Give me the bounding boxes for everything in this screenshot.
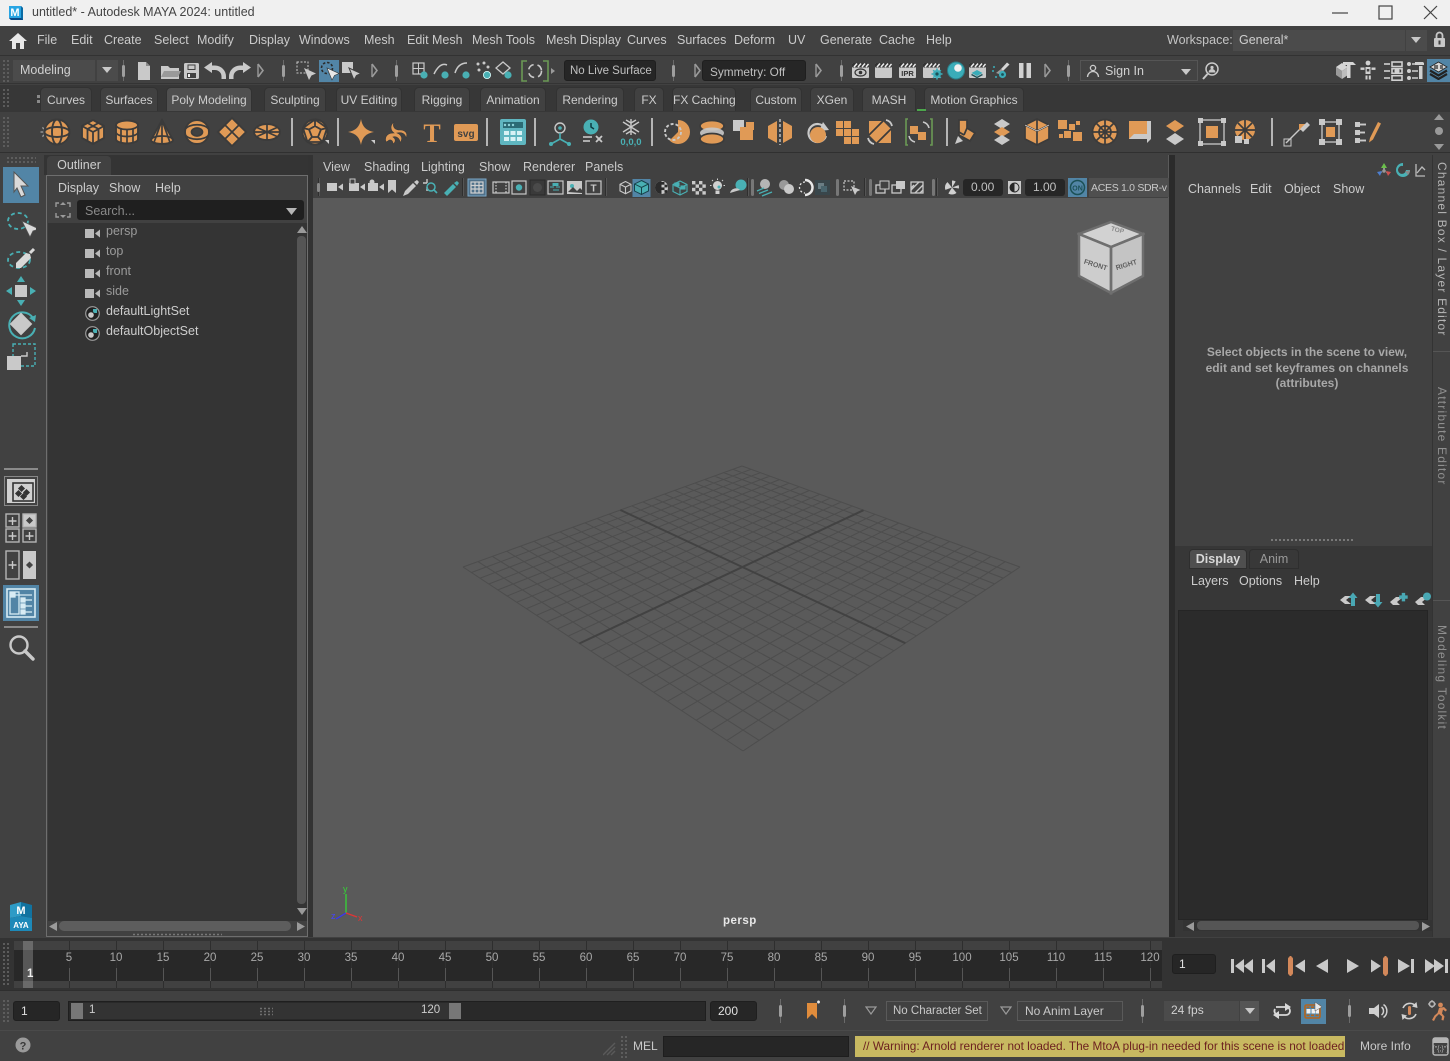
- svg-text:T: T: [423, 119, 440, 148]
- svg-text:{"{;}"}: {"{;}"}: [1432, 1046, 1449, 1053]
- svg-text:?: ?: [20, 1041, 27, 1053]
- svg-text:IPR: IPR: [901, 69, 914, 78]
- svg-text:x: x: [358, 913, 363, 923]
- svg-text:svg: svg: [457, 129, 474, 140]
- svg-text:AYA: AYA: [13, 921, 29, 930]
- svg-text:M: M: [16, 905, 25, 917]
- svg-text:y: y: [343, 884, 348, 894]
- svg-text:z: z: [331, 911, 336, 921]
- svg-text:M: M: [10, 7, 19, 19]
- svg-text:0,0,0: 0,0,0: [620, 137, 641, 148]
